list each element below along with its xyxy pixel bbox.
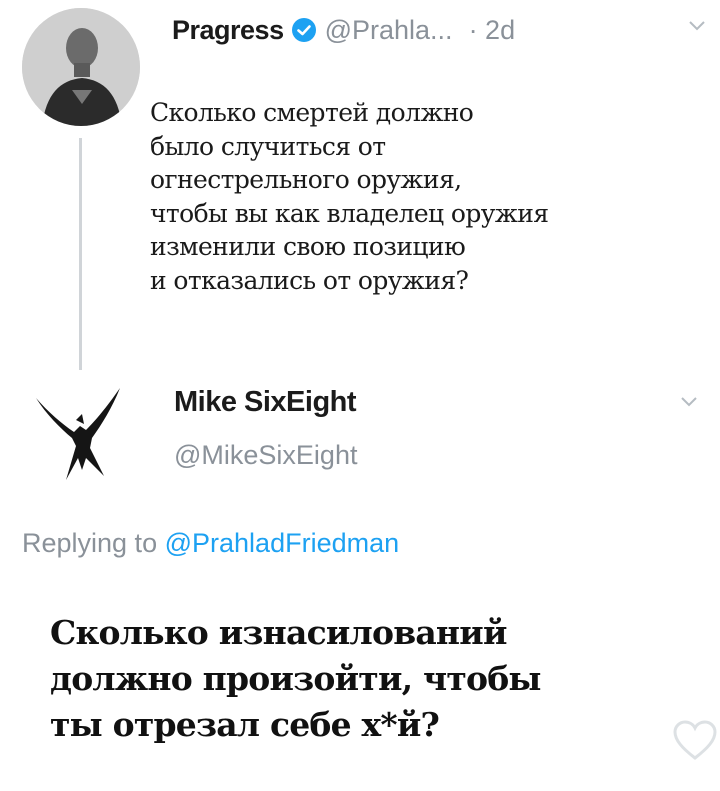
- reply-text-line: ты отрезал себе х*й?: [50, 705, 440, 744]
- chevron-down-icon[interactable]: [680, 396, 698, 408]
- author-handle[interactable]: @Prahla...: [325, 15, 453, 46]
- tweet-time[interactable]: · 2d: [469, 15, 516, 46]
- tweet-text-line: чтобы вы как владелец оружия: [150, 198, 549, 228]
- tweet-text-line: Сколько смертей должно: [150, 98, 474, 127]
- author-avatar[interactable]: [22, 8, 140, 126]
- tweet-text-line: изменили свою позицию: [150, 232, 466, 261]
- avatar-photo: [22, 8, 140, 126]
- reply-text-line: Сколько изнасилований: [50, 613, 507, 652]
- tweet-header: Pragress @Prahla... · 2d: [172, 10, 515, 50]
- reply-author-avatar[interactable]: [30, 384, 130, 494]
- reply-author-handle[interactable]: @MikeSixEight: [174, 440, 357, 471]
- reply-author-name[interactable]: Mike SixEight: [174, 386, 357, 419]
- raven-icon: [36, 388, 120, 480]
- reply-text-line: должно произойти, чтобы: [50, 659, 542, 698]
- replying-to-label: Replying to: [22, 528, 158, 558]
- chevron-down-icon[interactable]: [688, 20, 706, 32]
- reply-text: Сколько изнасилований должно произойти, …: [50, 610, 710, 748]
- heart-icon[interactable]: [672, 720, 718, 762]
- replying-to-line: Replying to @PrahladFriedman: [22, 528, 399, 559]
- replying-to-mention[interactable]: @PrahladFriedman: [165, 528, 400, 558]
- tweet-text-line: было случиться от: [150, 131, 386, 161]
- tweet-text-line: и отказались от оружия?: [150, 265, 469, 295]
- tweet-text-line: огнестрельного оружия,: [150, 165, 462, 194]
- tweet-text: Сколько смертей должно было случиться от…: [150, 96, 720, 297]
- author-name[interactable]: Pragress: [172, 15, 284, 46]
- verified-badge-icon: [291, 17, 317, 43]
- thread-connector-line: [79, 138, 82, 370]
